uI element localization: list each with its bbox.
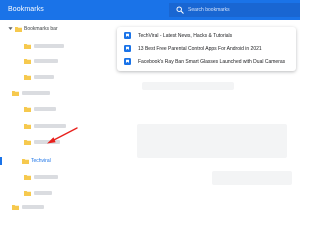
folder-row[interactable] (0, 88, 118, 98)
blurred-folder-label (34, 44, 64, 48)
selected-indicator (0, 157, 2, 165)
folder-label-selected[interactable]: Techviral (31, 157, 51, 165)
bookmark-item[interactable]: 13 Best Free Parental Control Apps For A… (117, 43, 296, 55)
folder-icon (22, 159, 29, 164)
folder-tree: Bookmarks bar Techviral (0, 20, 118, 212)
blurred-background (117, 76, 300, 212)
folder-label-root: Bookmarks bar (24, 26, 58, 32)
techviral-favicon-icon (124, 32, 131, 39)
bookmark-title: TechViral - Latest News, Hacks & Tutoria… (138, 33, 233, 39)
folder-row[interactable] (0, 172, 118, 182)
blurred-folder-label (34, 175, 58, 179)
blurred-folder-label (34, 107, 56, 111)
folder-icon (12, 205, 19, 210)
folder-icon (24, 107, 31, 112)
folder-icon (24, 124, 31, 129)
bookmark-list: TechViral - Latest News, Hacks & Tutoria… (117, 27, 296, 71)
folder-row[interactable] (0, 72, 118, 82)
folder-row[interactable] (0, 202, 118, 212)
folder-icon (24, 75, 31, 80)
blurred-region (212, 171, 292, 185)
search-icon[interactable] (176, 6, 184, 14)
folder-icon (12, 91, 19, 96)
bookmark-item[interactable]: Facebook's Ray Ban Smart Glasses Launche… (117, 56, 296, 68)
bookmark-title: 13 Best Free Parental Control Apps For A… (138, 46, 262, 52)
search-input[interactable]: Search bookmarks (188, 5, 230, 15)
blurred-folder-label (22, 91, 50, 95)
folder-row[interactable] (0, 188, 118, 198)
folder-icon (24, 175, 31, 180)
search-bar[interactable]: Search bookmarks (169, 3, 300, 17)
folder-icon (24, 191, 31, 196)
folder-row-root[interactable]: Bookmarks bar (0, 24, 118, 34)
blurred-folder-label (34, 191, 52, 195)
blurred-region (142, 82, 234, 90)
blurred-region (137, 124, 287, 158)
folder-icon (24, 44, 31, 49)
techviral-favicon-icon (124, 45, 131, 52)
annotation-arrow-icon (47, 127, 78, 144)
folder-row[interactable] (0, 56, 118, 66)
caret-down-icon[interactable] (8, 26, 13, 31)
bookmark-title: Facebook's Ray Ban Smart Glasses Launche… (138, 59, 286, 65)
folder-row[interactable] (0, 41, 118, 51)
folder-icon (15, 27, 22, 32)
app-title: Bookmarks (8, 6, 44, 13)
folder-icon (24, 140, 31, 145)
techviral-favicon-icon (124, 58, 131, 65)
blurred-folder-label (34, 75, 54, 79)
folder-row[interactable] (0, 104, 118, 114)
bookmark-item[interactable]: TechViral - Latest News, Hacks & Tutoria… (117, 30, 296, 42)
app-header: Bookmarks Search bookmarks (0, 0, 300, 20)
blurred-folder-label (22, 205, 44, 209)
blurred-folder-label (34, 59, 58, 63)
folder-icon (24, 59, 31, 64)
